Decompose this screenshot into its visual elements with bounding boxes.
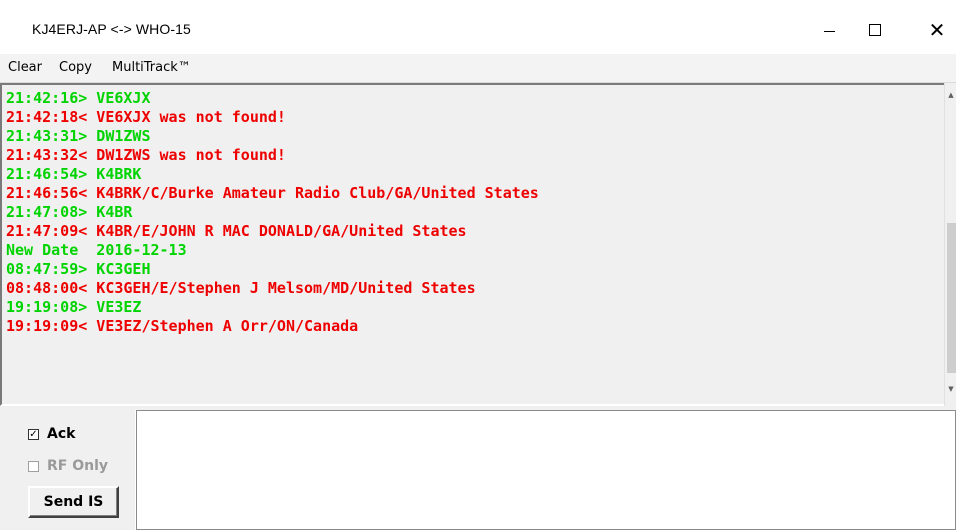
message-input[interactable] bbox=[136, 410, 956, 530]
log-line: 19:19:09< VE3EZ/Stephen A Orr/ON/Canada bbox=[6, 317, 359, 335]
log-line: 08:48:00< KC3GEH/E/Stephen J Melsom/MD/U… bbox=[6, 279, 476, 297]
message-log[interactable]: 21:42:16> VE6XJX 21:42:18< VE6XJX was not… bbox=[0, 83, 944, 406]
scroll-thumb[interactable] bbox=[947, 223, 956, 373]
send-is-button[interactable]: Send IS bbox=[28, 486, 119, 518]
ack-checkbox-box[interactable]: ✓ bbox=[28, 428, 39, 440]
scroll-up-icon[interactable]: ▲ bbox=[946, 91, 956, 99]
log-line: 21:46:56< K4BRK/C/Burke Amateur Radio Cl… bbox=[6, 184, 539, 202]
log-line: 19:19:08> VE3EZ bbox=[6, 298, 142, 316]
log-line: 21:43:32< DW1ZWS was not found! bbox=[6, 146, 286, 164]
window-title: KJ4ERJ-AP <-> WHO-15 bbox=[32, 21, 191, 37]
title-bar[interactable]: KJ4ERJ-AP <-> WHO-15 ✕ bbox=[0, 0, 956, 54]
menu-bar: Clear Copy MultiTrack™ bbox=[0, 54, 956, 83]
log-line: 21:42:18< VE6XJX was not found! bbox=[6, 108, 286, 126]
menu-item-clear[interactable]: Clear bbox=[8, 60, 42, 75]
maximize-button[interactable] bbox=[852, 10, 898, 50]
scroll-down-icon[interactable]: ▼ bbox=[946, 385, 956, 393]
rf-only-checkbox-box[interactable] bbox=[28, 460, 39, 472]
app-window: KJ4ERJ-AP <-> WHO-15 ✕ Clear Copy MultiT… bbox=[0, 0, 956, 530]
minimize-icon bbox=[823, 30, 835, 32]
log-line: 21:46:54> K4BRK bbox=[6, 165, 142, 183]
log-line: 21:42:16> VE6XJX bbox=[6, 89, 151, 107]
close-button[interactable]: ✕ bbox=[914, 10, 956, 50]
menu-item-copy[interactable]: Copy bbox=[59, 60, 92, 75]
log-line: 21:47:09< K4BR/E/JOHN R MAC DONALD/GA/Un… bbox=[6, 222, 467, 240]
log-lines: 21:42:16> VE6XJX 21:42:18< VE6XJX was not… bbox=[6, 89, 539, 336]
minimize-button[interactable] bbox=[806, 10, 852, 50]
log-line: 21:43:31> DW1ZWS bbox=[6, 127, 151, 145]
ack-label: Ack bbox=[47, 426, 76, 442]
vertical-scrollbar[interactable]: ▲ ▼ bbox=[944, 83, 956, 406]
log-line: New Date 2016-12-13 bbox=[6, 241, 187, 259]
rf-only-label: RF Only bbox=[47, 458, 109, 474]
checkmark-icon: ✓ bbox=[29, 428, 38, 440]
maximize-icon bbox=[869, 24, 881, 36]
log-line: 08:47:59> KC3GEH bbox=[6, 260, 151, 278]
controls-panel: ✓ Ack RF Only Send IS bbox=[0, 410, 135, 530]
log-line: 21:47:08> K4BR bbox=[6, 203, 133, 221]
menu-item-multitrack[interactable]: MultiTrack™ bbox=[112, 60, 191, 75]
close-icon: ✕ bbox=[928, 18, 946, 42]
